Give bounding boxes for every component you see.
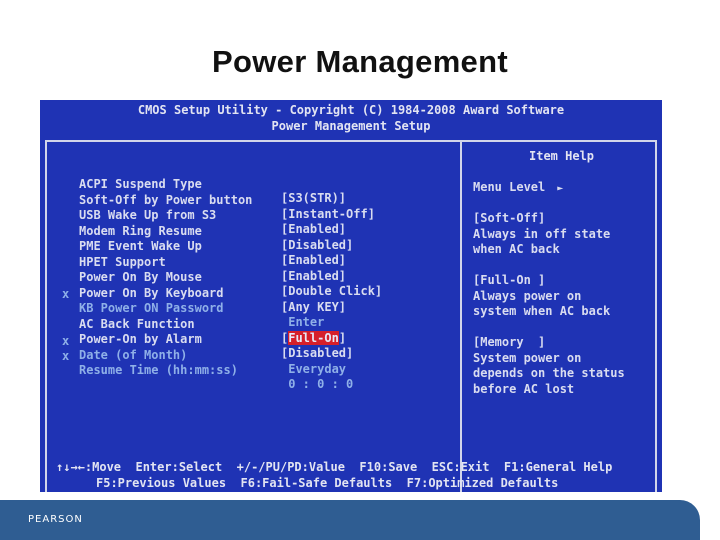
setting-acpi-suspend-type[interactable]: ACPI Suspend Type [S3(STR)]: [40, 149, 346, 205]
bracket-close: ]: [338, 331, 347, 345]
setting-modem-ring-resume[interactable]: Modem Ring Resume [Disabled]: [40, 196, 353, 252]
setting-usb-wake-up[interactable]: USB Wake Up from S3 [Enabled]: [40, 180, 346, 236]
setting-label: Soft-Off by Power button: [79, 193, 253, 207]
setting-label: Power On By Mouse: [79, 270, 202, 284]
footer-keys-line2: F5:Previous Values F6:Fail-Safe Defaults…: [96, 476, 559, 490]
setting-label: Resume Time (hh:mm:ss): [79, 363, 238, 377]
help-text-line: Always in off state: [473, 227, 611, 241]
setting-value[interactable]: [Enabled]: [281, 222, 346, 236]
setting-ac-back-function[interactable]: AC Back Function [Full-On]: [40, 289, 346, 345]
setting-value: Enter: [281, 315, 325, 329]
setting-label: Modem Ring Resume: [79, 224, 202, 238]
setting-power-on-by-alarm[interactable]: Power-On by Alarm [Disabled]: [40, 304, 353, 360]
setting-label: AC Back Function: [79, 317, 195, 331]
setting-power-on-by-mouse[interactable]: Power On By Mouse [Double Click]: [40, 242, 382, 298]
menu-level-label: Menu Level: [473, 180, 546, 194]
help-text-line: depends on the status: [473, 366, 625, 380]
setting-power-on-by-keyboard[interactable]: Power On By Keyboard [Any KEY]: [40, 258, 346, 314]
setting-value[interactable]: [Enabled]: [281, 253, 346, 267]
menu-level-arrow-icon: ►: [557, 183, 564, 194]
slide-title: Power Management: [212, 44, 508, 79]
help-text-line: [Soft-Off]: [473, 211, 546, 225]
selected-value-highlight[interactable]: Full-On: [288, 331, 339, 345]
bios-header-title: CMOS Setup Utility - Copyright (C) 1984-…: [137, 103, 565, 117]
help-text-line: Always power on: [473, 289, 582, 303]
bios-screen: CMOS Setup Utility - Copyright (C) 1984-…: [40, 100, 662, 492]
setting-label: USB Wake Up from S3: [79, 208, 217, 222]
menu-level: Menu Level ►: [473, 180, 563, 194]
setting-value[interactable]: [S3(STR)]: [281, 191, 346, 205]
setting-label: Date (of Month): [79, 348, 188, 362]
setting-soft-off-power-button[interactable]: Soft-Off by Power button [Instant-Off]: [40, 165, 375, 221]
setting-value[interactable]: [Double Click]: [281, 284, 382, 298]
setting-kb-power-on-password: x KB Power ON Password Enter: [40, 273, 324, 329]
setting-hpet-support[interactable]: HPET Support [Enabled]: [40, 227, 346, 283]
help-divider: [460, 140, 462, 492]
item-help-title: Item Help: [529, 149, 595, 163]
setting-label: KB Power ON Password: [79, 301, 224, 315]
setting-resume-time: x Resume Time (hh:mm:ss) 0 : 0 : 0: [40, 335, 353, 391]
disabled-mark: x: [62, 349, 70, 363]
setting-value[interactable]: [Enabled]: [281, 269, 346, 283]
setting-pme-event-wake-up[interactable]: PME Event Wake Up [Enabled]: [40, 211, 346, 267]
setting-label: PME Event Wake Up: [79, 239, 202, 253]
slide-footer-bar: [0, 500, 700, 540]
setting-value[interactable]: [Any KEY]: [281, 300, 346, 314]
footer-keys-line1: ↑↓→←:Move Enter:Select +/-/PU/PD:Value F…: [56, 460, 613, 474]
setting-label: ACPI Suspend Type: [79, 177, 202, 191]
publisher-logo: PEARSON: [28, 514, 83, 525]
help-text-line: system when AC back: [473, 304, 611, 318]
setting-value: 0 : 0 : 0: [281, 377, 354, 391]
bios-header-subtitle: Power Management Setup: [271, 119, 431, 133]
setting-value-selected[interactable]: [Full-On]: [281, 331, 346, 345]
setting-date-of-month: x Date (of Month) Everyday: [40, 320, 346, 376]
setting-value: Everyday: [281, 362, 347, 376]
help-text-line: [Memory ]: [473, 335, 546, 349]
setting-value[interactable]: [Disabled]: [281, 238, 353, 252]
setting-label: Power On By Keyboard: [79, 286, 224, 300]
setting-value[interactable]: [Disabled]: [281, 346, 353, 360]
help-text-line: before AC lost: [473, 382, 575, 396]
help-text-line: when AC back: [473, 242, 560, 256]
help-text-line: [Full-On ]: [473, 273, 546, 287]
setting-label: HPET Support: [79, 255, 166, 269]
setting-value[interactable]: [Instant-Off]: [281, 207, 375, 221]
setting-label: Power-On by Alarm: [79, 332, 202, 346]
help-text-line: System power on: [473, 351, 582, 365]
